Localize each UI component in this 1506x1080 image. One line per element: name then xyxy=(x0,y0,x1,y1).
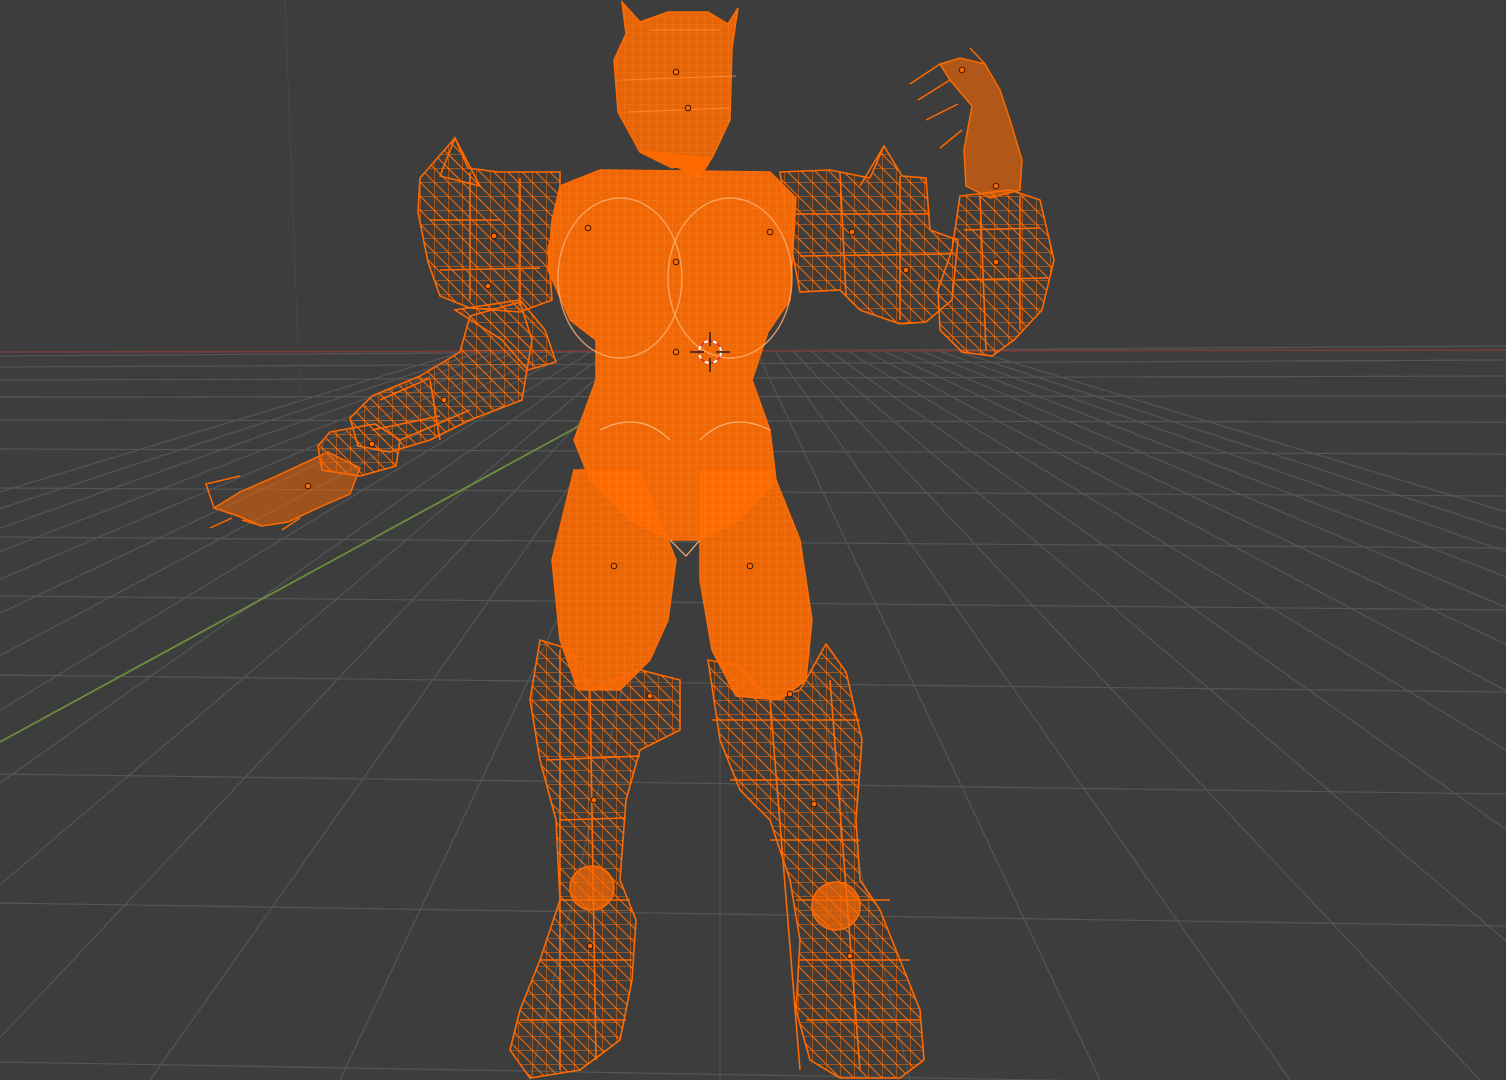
mesh-left-boot[interactable] xyxy=(509,638,681,1079)
grid-line xyxy=(0,349,541,580)
object-origin-dot[interactable] xyxy=(766,228,774,236)
object-origin-dot[interactable] xyxy=(958,66,966,74)
object-origin-dot[interactable] xyxy=(610,562,618,570)
grid-line xyxy=(953,349,1506,531)
grid-line xyxy=(0,349,523,553)
object-origin-dot[interactable] xyxy=(590,796,598,804)
grid-line xyxy=(971,349,1506,513)
mesh-right-hand[interactable] xyxy=(909,47,1023,199)
mesh-right-boot[interactable] xyxy=(707,642,925,1079)
object-origin-dot[interactable] xyxy=(672,258,680,266)
grid-line xyxy=(0,349,559,614)
object-origin-dot[interactable] xyxy=(440,396,448,404)
object-origin-dot[interactable] xyxy=(846,952,854,960)
object-origin-dot[interactable] xyxy=(490,232,498,240)
object-origin-dot[interactable] xyxy=(672,68,680,76)
grid-line xyxy=(845,349,1506,751)
object-origin-dot[interactable] xyxy=(992,182,1000,190)
grid-line xyxy=(0,349,613,784)
object-origin-dot[interactable] xyxy=(586,942,594,950)
grid-line xyxy=(0,349,577,657)
grid-line xyxy=(863,349,1506,692)
object-origin-dot[interactable] xyxy=(368,440,376,448)
mesh-head[interactable] xyxy=(613,0,739,179)
object-origin-dot[interactable] xyxy=(902,266,910,274)
object-origin-dot[interactable] xyxy=(746,562,754,570)
object-origin-dot[interactable] xyxy=(646,692,654,700)
object-origin-dot[interactable] xyxy=(584,224,592,232)
object-origin-dot[interactable] xyxy=(684,104,692,112)
mesh-left-hand[interactable] xyxy=(205,451,361,531)
grid-line xyxy=(0,349,505,529)
object-origin-dot[interactable] xyxy=(848,228,856,236)
viewport-scene[interactable] xyxy=(0,0,1506,1080)
mesh-right-arm[interactable] xyxy=(937,189,1055,357)
grid-line xyxy=(881,349,1506,645)
object-origin-dot[interactable] xyxy=(992,258,1000,266)
grid-line xyxy=(935,349,1506,553)
grid-line xyxy=(0,902,1506,927)
z-axis-line xyxy=(284,0,301,401)
grid-line xyxy=(0,1061,1078,1080)
3d-viewport[interactable] xyxy=(0,0,1506,1080)
object-origin-dot[interactable] xyxy=(304,482,312,490)
object-origin-dot[interactable] xyxy=(786,690,794,698)
mesh-right-shoulder-armor[interactable] xyxy=(779,144,959,325)
grid-line xyxy=(827,349,1506,831)
object-origin-dot[interactable] xyxy=(484,282,492,290)
object-origin-dot[interactable] xyxy=(672,348,680,356)
grid-line xyxy=(0,349,595,711)
object-origin-dot[interactable] xyxy=(810,800,818,808)
